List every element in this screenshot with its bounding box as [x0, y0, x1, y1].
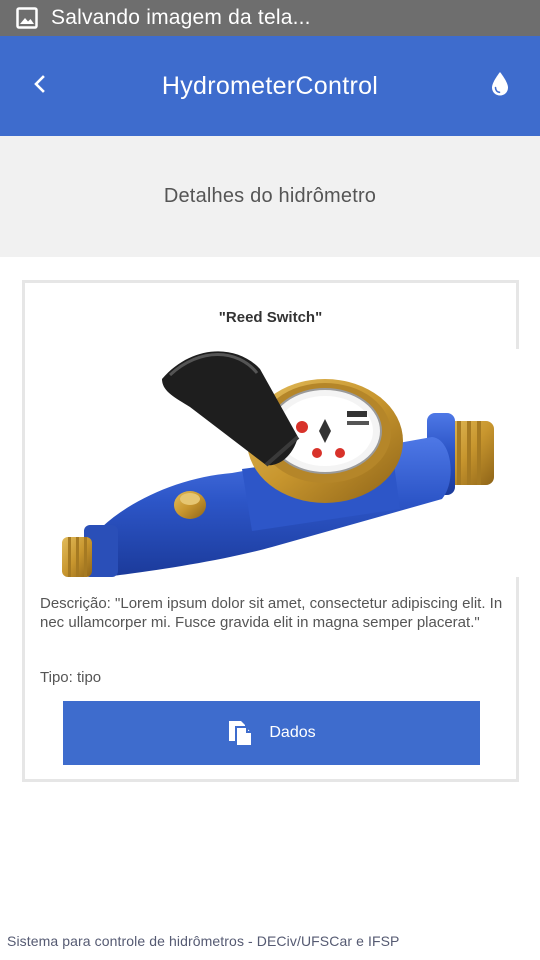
app-bar: HydrometerControl: [0, 36, 540, 136]
status-bar: Salvando imagem da tela...: [0, 0, 540, 36]
status-notification-text: Salvando imagem da tela...: [51, 6, 311, 29]
data-button-label: Dados: [269, 724, 316, 741]
hydrometer-card: "Reed Switch" Descrição: "Lorem ipsum do…: [22, 280, 519, 782]
data-button[interactable]: Dados: [63, 701, 480, 765]
chevron-left-icon: [32, 74, 48, 99]
water-drop-button[interactable]: [482, 68, 518, 104]
back-button[interactable]: [22, 66, 58, 106]
hydrometer-type: Tipo: tipo: [40, 669, 102, 686]
page-title: Detalhes do hidrômetro: [163, 185, 377, 207]
app-title: HydrometerControl: [161, 72, 379, 100]
copy-files-icon: [227, 719, 255, 747]
hydrometer-name: "Reed Switch": [218, 309, 323, 326]
hydrometer-description: Descrição: "Lorem ipsum dolor sit amet, …: [40, 595, 503, 631]
water-meter-image: [62, 349, 519, 577]
page-subheader: Detalhes do hidrômetro: [0, 136, 540, 257]
image-icon: [16, 7, 38, 29]
footer-credits: Sistema para controle de hidrômetros - D…: [7, 933, 400, 949]
water-drop-icon: [490, 71, 510, 102]
